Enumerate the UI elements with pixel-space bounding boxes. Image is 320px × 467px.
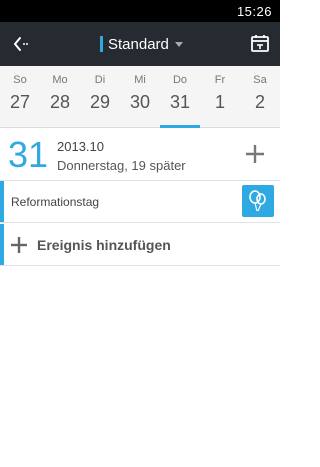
event-title: Reformationstag: [11, 195, 100, 209]
plus-icon: [246, 145, 264, 163]
add-event-row[interactable]: Ereignis hinzufügen: [0, 224, 280, 266]
day-number: 29: [89, 92, 111, 112]
selected-day-number: 31: [8, 134, 49, 175]
calendar-today-icon: [251, 35, 269, 52]
day-cell-fr[interactable]: Fr 1: [200, 66, 240, 128]
day-name: So: [13, 74, 27, 86]
day-name: Di: [94, 74, 106, 86]
status-time: 15:26: [236, 4, 272, 19]
app-bar: Standard: [0, 22, 280, 66]
selected-weekday-info: Donnerstag, 19 später: [57, 158, 186, 173]
day-name: Mo: [52, 74, 68, 86]
add-event-plus: [10, 236, 28, 254]
back-button[interactable]: [8, 30, 36, 58]
back-arrow-icon: [14, 37, 28, 51]
day-cell-so[interactable]: So 27: [0, 66, 40, 128]
day-cell-di[interactable]: Di 29: [80, 66, 120, 128]
day-cell-mo[interactable]: Mo 28: [40, 66, 80, 128]
calendar-color-marker: [100, 36, 103, 52]
day-name: Mi: [134, 74, 146, 86]
selected-date-header: 31 2013.10 Donnerstag, 19 später: [0, 129, 280, 181]
selected-month: 2013.10: [57, 139, 104, 154]
day-name: Sa: [253, 74, 267, 86]
today-button[interactable]: [250, 33, 270, 53]
day-number: 1: [214, 92, 225, 112]
event-color-marker: [0, 181, 4, 222]
add-event-accent: [0, 224, 4, 265]
day-number: 2: [254, 92, 265, 112]
calendar-title: Standard: [108, 35, 169, 53]
day-number: 31: [169, 92, 191, 112]
holiday-badge[interactable]: [242, 185, 274, 217]
status-bar: 15:26: [0, 0, 280, 22]
selected-day-indicator: [160, 125, 200, 128]
add-event-label: Ereignis hinzufügen: [37, 237, 171, 253]
add-event-button[interactable]: [244, 143, 266, 165]
day-cell-sa[interactable]: Sa 2: [240, 66, 280, 128]
day-name: Fr: [214, 74, 226, 86]
plus-icon: [11, 237, 27, 253]
day-number: 27: [9, 92, 31, 112]
day-number: 28: [49, 92, 71, 112]
event-row[interactable]: Reformationstag: [0, 181, 280, 223]
dropdown-caret-icon: [174, 41, 183, 47]
day-cell-mi[interactable]: Mi 30: [120, 66, 160, 128]
day-number: 30: [129, 92, 151, 112]
day-cell-do-selected[interactable]: Do 31: [160, 66, 200, 128]
calendar-selector[interactable]: Standard: [100, 32, 183, 56]
balloon-icon: [249, 190, 266, 212]
day-name: Do: [172, 74, 188, 86]
week-strip: So 27 Mo 28 Di 29 Mi 30 Do 31 Fr 1 Sa 2: [0, 66, 280, 128]
